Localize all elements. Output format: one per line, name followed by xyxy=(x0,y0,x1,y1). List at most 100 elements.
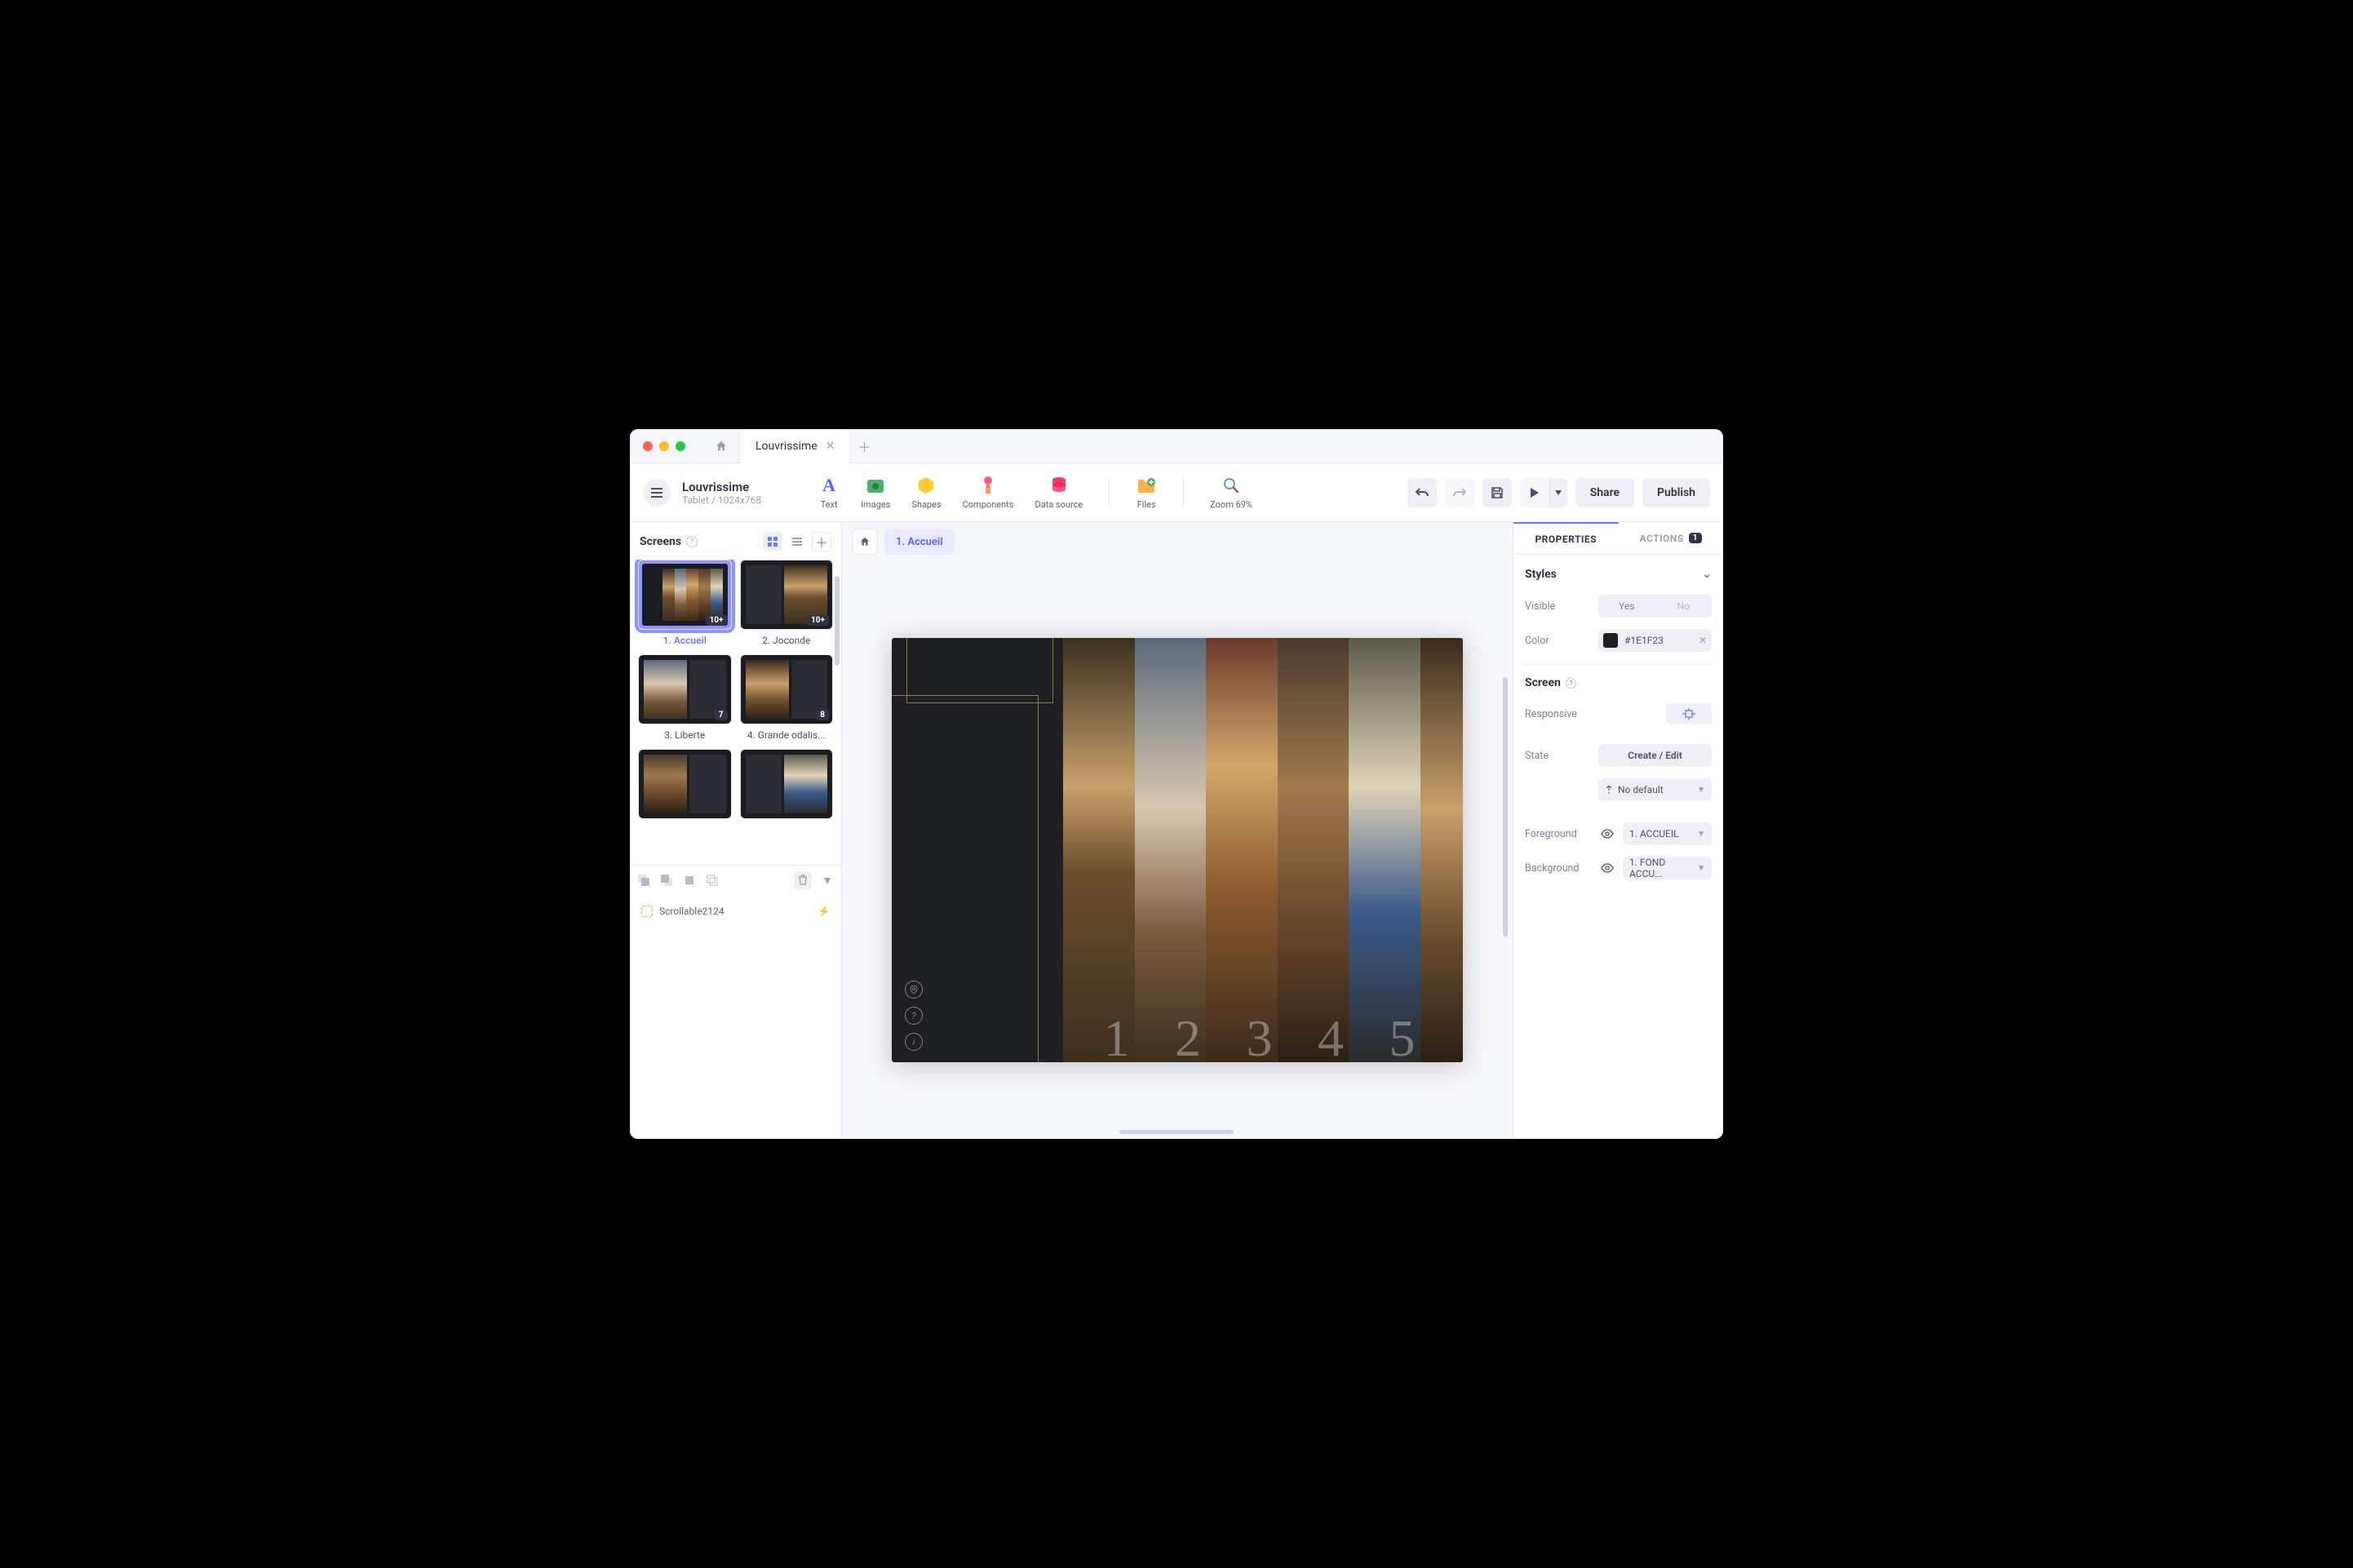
info-icon[interactable]: i xyxy=(905,1033,923,1051)
tool-files[interactable]: Files xyxy=(1136,475,1157,510)
layer-icon[interactable] xyxy=(682,873,697,888)
visible-toggle[interactable]: Yes No xyxy=(1598,595,1712,618)
section-styles[interactable]: Styles ⌄ xyxy=(1525,563,1712,589)
section-screen: Screen ? xyxy=(1525,671,1712,698)
eye-icon[interactable] xyxy=(1598,829,1616,839)
screen-thumb-joconde[interactable]: 10+ 2. Joconde xyxy=(740,560,834,646)
state-select[interactable]: No default ▼ xyxy=(1598,778,1712,801)
location-icon[interactable] xyxy=(905,981,923,999)
prop-label: Responsive xyxy=(1525,708,1592,720)
window-close[interactable] xyxy=(643,441,653,451)
canvas-sidebar: ? i xyxy=(892,638,1063,1062)
strip-number: 1 xyxy=(1104,1008,1130,1062)
preview-button[interactable] xyxy=(1520,478,1567,507)
text-icon: A xyxy=(818,475,840,496)
chevron-down-icon[interactable] xyxy=(1549,478,1567,507)
select-value: 1. ACCUEIL xyxy=(1629,828,1679,839)
view-list-button[interactable] xyxy=(787,532,807,551)
background-select[interactable]: 1. FOND ACCU... ▼ xyxy=(1623,857,1712,879)
strip-number: 2 xyxy=(1175,1008,1201,1062)
section-title: Styles xyxy=(1525,568,1557,581)
panel-tabs: PROPERTIES ACTIONS 1 xyxy=(1513,522,1723,555)
help-icon[interactable]: ? xyxy=(905,1007,923,1025)
screens-title: Screens xyxy=(640,535,681,548)
help-icon[interactable]: ? xyxy=(1566,678,1576,689)
tool-images[interactable]: Images xyxy=(861,475,890,510)
strip-1[interactable]: 1 xyxy=(1063,638,1135,1062)
left-panel: Screens ? ＋ xyxy=(630,522,842,1139)
save-button[interactable] xyxy=(1482,478,1512,507)
canvas-scrollbar[interactable] xyxy=(1503,677,1508,937)
menu-button[interactable] xyxy=(643,479,671,507)
home-icon xyxy=(859,536,871,547)
tree-item-label: Scrollable2124 xyxy=(659,906,725,917)
screen-thumb-liberte[interactable]: 7 3. Liberte xyxy=(638,654,732,741)
undo-button[interactable] xyxy=(1407,478,1437,507)
create-edit-button[interactable]: Create / Edit xyxy=(1598,744,1712,767)
strip-number: 5 xyxy=(1389,1008,1416,1062)
color-field[interactable]: #1E1F23 ✕ xyxy=(1598,629,1712,652)
layer-icon[interactable] xyxy=(705,873,720,888)
responsive-toggle[interactable] xyxy=(1666,703,1712,724)
tool-components[interactable]: Components xyxy=(963,475,1014,510)
breadcrumb-home[interactable] xyxy=(852,529,878,555)
tab-properties[interactable]: PROPERTIES xyxy=(1513,522,1619,554)
strip-5[interactable]: 5 xyxy=(1349,638,1420,1062)
layer-icon[interactable] xyxy=(636,873,651,888)
view-grid-button[interactable] xyxy=(763,532,782,551)
add-tab-button[interactable]: ＋ xyxy=(849,429,879,463)
canvas-viewport[interactable]: ? i 1 2 3 4 5 xyxy=(842,561,1513,1139)
publish-button[interactable]: Publish xyxy=(1642,478,1710,507)
clear-icon[interactable]: ✕ xyxy=(1699,635,1707,646)
screen-thumb-odalisque[interactable]: 8 4. Grande odalis... xyxy=(740,654,834,741)
strip-4[interactable]: 4 xyxy=(1278,638,1349,1062)
prop-state: State Create / Edit xyxy=(1525,738,1712,773)
foreground-select[interactable]: 1. ACCUEIL ▼ xyxy=(1623,822,1712,845)
layers-toolbar: ▾ xyxy=(630,865,841,894)
window-resize-handle[interactable] xyxy=(1119,1130,1234,1134)
toolbar: Louvrissime Tablet / 1024x768 A Text Ima… xyxy=(630,463,1723,522)
strip-3[interactable]: 3 xyxy=(1206,638,1278,1062)
document-tabs: Louvrissime ✕ ＋ xyxy=(741,429,879,463)
eye-icon[interactable] xyxy=(1598,863,1616,873)
delete-button[interactable] xyxy=(794,871,812,889)
prop-label: Background xyxy=(1525,862,1592,875)
tree-item-scrollable[interactable]: Scrollable2124 ⚡ xyxy=(638,901,833,922)
tab-actions[interactable]: ACTIONS 1 xyxy=(1619,522,1724,554)
screens-grid: 10+ 1. Accueil 10+ 2. Joconde xyxy=(630,560,841,827)
layer-icon[interactable] xyxy=(659,873,674,888)
screen-thumb[interactable] xyxy=(740,749,834,819)
tool-datasource[interactable]: Data source xyxy=(1035,475,1083,510)
color-swatch xyxy=(1603,633,1618,648)
screen-thumb-accueil[interactable]: 10+ 1. Accueil xyxy=(638,560,732,646)
toolbar-right: Share Publish xyxy=(1407,478,1710,507)
chevron-down-icon[interactable]: ▾ xyxy=(820,872,835,888)
home-tab[interactable] xyxy=(702,429,741,463)
window-minimize[interactable] xyxy=(659,441,669,451)
redo-button[interactable] xyxy=(1445,478,1474,507)
add-screen-button[interactable]: ＋ xyxy=(812,532,831,551)
play-icon xyxy=(1520,478,1549,507)
tool-zoom[interactable]: Zoom 69% xyxy=(1210,475,1252,510)
tool-shapes[interactable]: Shapes xyxy=(911,475,941,510)
canvas-screen[interactable]: ? i 1 2 3 4 5 xyxy=(892,638,1463,1062)
tab-close-icon[interactable]: ✕ xyxy=(826,440,835,453)
screen-thumb[interactable] xyxy=(638,749,732,819)
tab-louvrissime[interactable]: Louvrissime ✕ xyxy=(741,429,849,463)
window-maximize[interactable] xyxy=(676,441,685,451)
section-title: Screen xyxy=(1525,676,1561,689)
help-icon[interactable]: ? xyxy=(686,536,698,547)
strip-2[interactable]: 2 xyxy=(1135,638,1207,1062)
strip-6[interactable] xyxy=(1420,638,1464,1062)
tool-text[interactable]: A Text xyxy=(818,475,840,510)
scrollable-icon xyxy=(641,906,653,917)
redo-icon xyxy=(1453,487,1466,498)
divider xyxy=(1523,664,1713,665)
count-badge: 7 xyxy=(715,710,728,720)
share-button[interactable]: Share xyxy=(1575,478,1634,507)
tab-actions-label: ACTIONS xyxy=(1640,533,1684,544)
shapes-icon xyxy=(915,475,937,496)
breadcrumb-current[interactable]: 1. Accueil xyxy=(884,529,955,555)
tool-images-label: Images xyxy=(861,499,890,510)
prop-responsive: Responsive xyxy=(1525,698,1712,730)
